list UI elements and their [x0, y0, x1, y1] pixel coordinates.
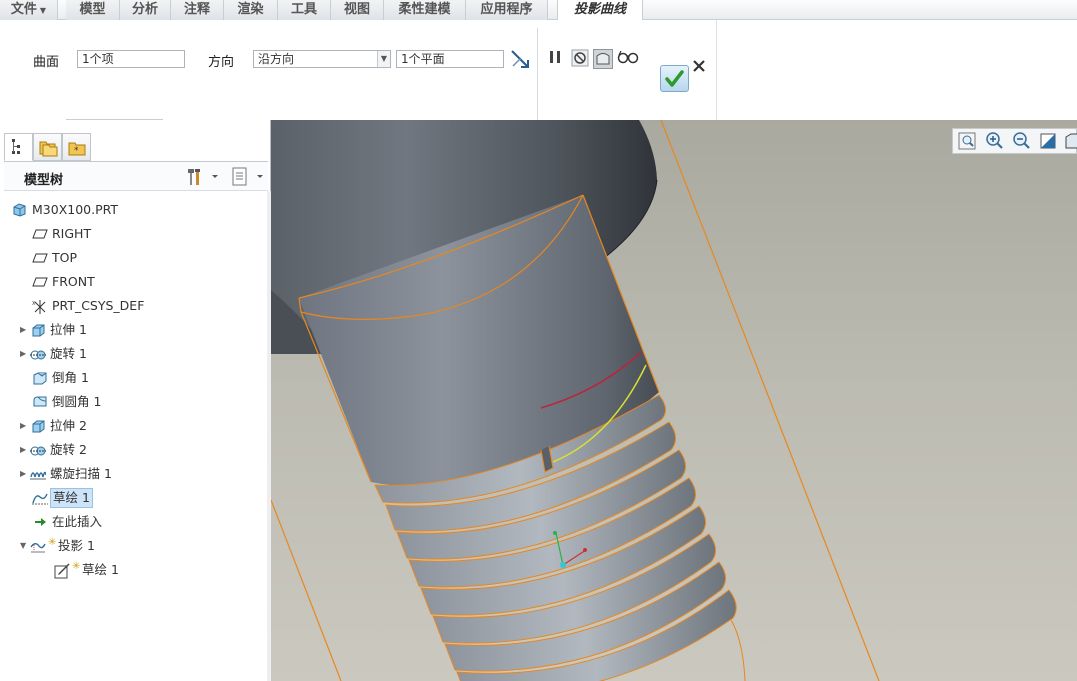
- tab-folder-browser[interactable]: [33, 133, 62, 161]
- ribbon-panel: 曲面 1个项 方向 沿方向 ▼ 1个平面 参考 属性: [4, 20, 717, 140]
- datum-plane-icon: [32, 248, 50, 268]
- expand-arrow-icon[interactable]: ▶: [20, 320, 30, 340]
- surface-label: 曲面: [33, 55, 60, 70]
- model-tree-title: 模型树: [24, 173, 64, 188]
- tree-item-right[interactable]: RIGHT: [32, 224, 93, 244]
- direction-select[interactable]: 沿方向 ▼: [253, 50, 391, 68]
- zoom-out-icon: [1013, 132, 1030, 149]
- tab-projected-curve[interactable]: 投影曲线: [557, 0, 643, 21]
- repaint-icon: [1040, 133, 1056, 149]
- saved-views-icon: [1065, 133, 1077, 149]
- datum-plane-icon: [32, 272, 50, 292]
- menu-file[interactable]: 文件 ▼: [0, 0, 58, 20]
- menu-analysis[interactable]: 分析: [120, 0, 171, 20]
- tab-model-tree[interactable]: [4, 133, 33, 161]
- tree-item-projection-sketch[interactable]: ✳ 草绘 1: [54, 560, 121, 580]
- projection-icon: [30, 536, 48, 556]
- new-feature-star-icon: ✳: [72, 561, 81, 572]
- tree-show-button[interactable]: [230, 167, 266, 187]
- tree-item-projection-1[interactable]: ▼ ✳ 投影 1: [20, 536, 97, 556]
- revolve-icon: [30, 440, 48, 460]
- svg-text:*: *: [74, 146, 79, 156]
- favorites-folder-icon: *: [68, 142, 86, 156]
- dropdown-arrow-icon: ▼: [39, 6, 47, 15]
- graphics-window[interactable]: [271, 120, 1077, 681]
- tree-item-extrude-2[interactable]: ▶ 拉伸 2: [20, 416, 89, 436]
- menu-applications[interactable]: 应用程序: [466, 0, 548, 20]
- tools-icon: [188, 169, 218, 185]
- ribbon-separator: [537, 28, 538, 120]
- datum-plane-edge: [271, 499, 342, 681]
- checkmark-icon: [665, 70, 684, 87]
- tree-root-part[interactable]: M30X100.PRT: [12, 200, 120, 220]
- tree-item-round-1[interactable]: 倒圆角 1: [32, 392, 103, 412]
- expand-arrow-icon[interactable]: ▶: [20, 416, 30, 436]
- chamfer-icon: [32, 368, 50, 388]
- verify-glasses-icon[interactable]: [617, 49, 639, 69]
- tree-item-chamfer-1[interactable]: 倒角 1: [32, 368, 91, 388]
- zoom-in-button[interactable]: [984, 131, 1006, 151]
- svg-text:X: X: [32, 301, 36, 307]
- document-list-icon: [232, 167, 263, 186]
- round-icon: [32, 392, 50, 412]
- tree-item-helical-sweep-1[interactable]: ▶ 螺旋扫描 1: [20, 464, 114, 484]
- tree-item-front[interactable]: FRONT: [32, 272, 97, 292]
- tree-item-extrude-1[interactable]: ▶ 拉伸 1: [20, 320, 89, 340]
- ok-button[interactable]: [660, 65, 689, 92]
- zoom-out-button[interactable]: [1011, 131, 1033, 151]
- view-toolbar: [952, 128, 1077, 154]
- model-tree-header: 模型树: [4, 161, 268, 191]
- menu-flexible-modeling[interactable]: 柔性建模: [384, 0, 466, 20]
- sketch-edit-icon: [54, 560, 72, 580]
- pause-icon[interactable]: [545, 49, 565, 69]
- menu-model[interactable]: 模型: [66, 0, 120, 20]
- menu-view[interactable]: 视图: [331, 0, 384, 20]
- flip-direction-icon[interactable]: [509, 48, 529, 68]
- tree-item-insert-here[interactable]: 在此插入: [32, 512, 104, 532]
- refit-button[interactable]: [957, 131, 979, 151]
- tree-settings-button[interactable]: [186, 167, 220, 187]
- helical-sweep-icon: [30, 464, 48, 484]
- chevron-down-icon: ▼: [377, 51, 390, 67]
- expand-arrow-icon[interactable]: ▶: [20, 440, 30, 460]
- close-icon: [693, 60, 705, 72]
- model-tree-icon: [12, 139, 20, 154]
- navigator-panel: * 模型树 M30X100.PRT RIGHT TOP FRONT X PRT_…: [0, 120, 271, 681]
- menu-annotate[interactable]: 注释: [171, 0, 224, 20]
- extrude-icon: [30, 320, 48, 340]
- collapse-arrow-icon[interactable]: ▼: [20, 536, 30, 556]
- repaint-button[interactable]: [1038, 131, 1060, 151]
- menu-bar: 文件 ▼ 模型 分析 注释 渲染 工具 视图 柔性建模 应用程序 投影曲线: [0, 0, 1077, 21]
- no-preview-icon[interactable]: [570, 49, 590, 69]
- datum-plane-icon: [32, 224, 50, 244]
- revolve-icon: [30, 344, 48, 364]
- insert-here-icon: [32, 512, 50, 532]
- surface-collector[interactable]: 1个项: [77, 50, 185, 68]
- expand-arrow-icon[interactable]: ▶: [20, 344, 30, 364]
- zoom-fit-icon: [958, 132, 976, 150]
- cancel-button[interactable]: [689, 59, 709, 79]
- tree-item-csys[interactable]: X PRT_CSYS_DEF: [32, 296, 146, 316]
- extrude-icon: [30, 416, 48, 436]
- direction-select-value: 沿方向: [258, 52, 295, 66]
- plane-collector[interactable]: 1个平面: [396, 50, 504, 68]
- menu-tools[interactable]: 工具: [278, 0, 331, 20]
- part-icon: [12, 200, 30, 220]
- folder-icon: [39, 141, 58, 157]
- menu-render[interactable]: 渲染: [224, 0, 278, 20]
- new-feature-star-icon: ✳: [48, 537, 57, 548]
- tab-favorites[interactable]: *: [62, 133, 91, 161]
- bolt-model-view[interactable]: [271, 120, 1077, 681]
- sketch-icon: [32, 488, 50, 508]
- zoom-in-icon: [986, 132, 1003, 149]
- saved-views-button[interactable]: [1063, 131, 1077, 151]
- preview-geometry-icon[interactable]: [593, 49, 613, 69]
- tree-item-top[interactable]: TOP: [32, 248, 79, 268]
- tree-item-revolve-1[interactable]: ▶ 旋转 1: [20, 344, 89, 364]
- csys-icon: X: [32, 296, 50, 316]
- direction-label: 方向: [208, 55, 235, 70]
- expand-arrow-icon[interactable]: ▶: [20, 464, 30, 484]
- tree-item-sketch-1[interactable]: 草绘 1: [32, 488, 93, 508]
- tree-item-revolve-2[interactable]: ▶ 旋转 2: [20, 440, 89, 460]
